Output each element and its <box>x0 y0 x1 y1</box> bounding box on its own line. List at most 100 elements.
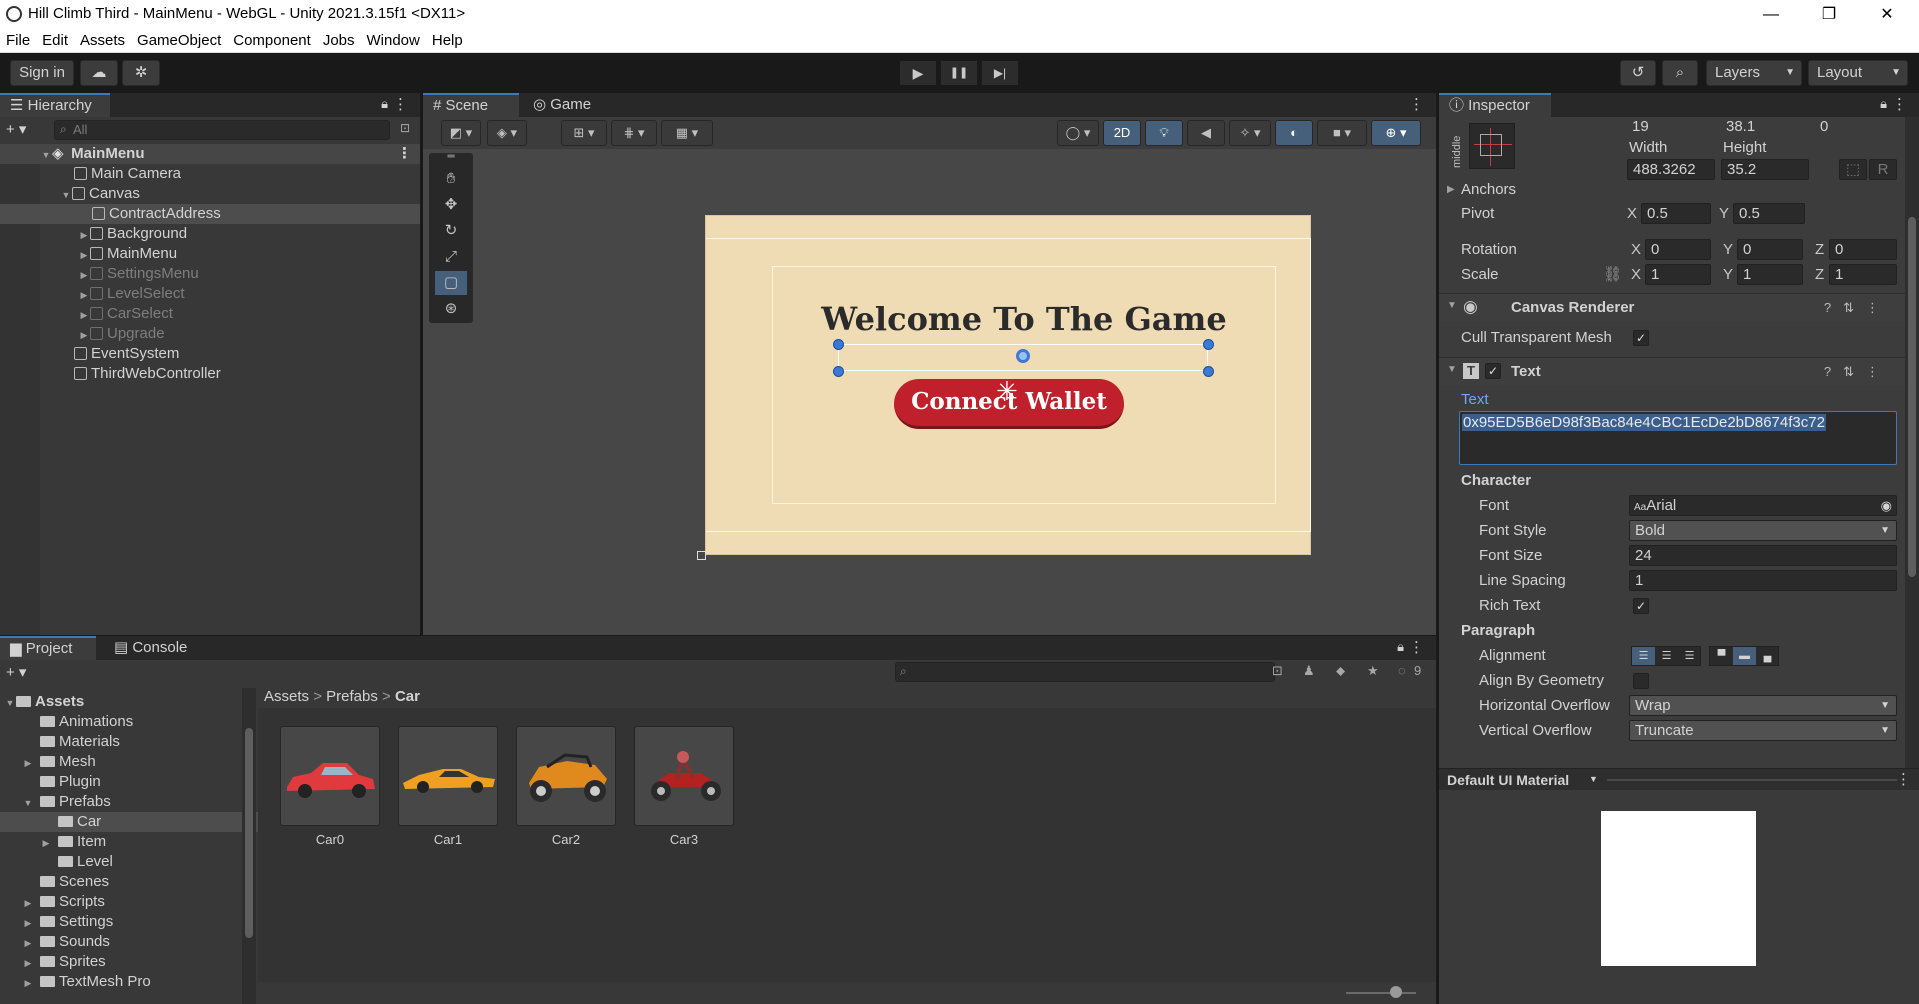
render-mode-button[interactable]: ◈ ▾ <box>487 120 527 146</box>
expand-icon[interactable]: ▶ <box>22 893 34 913</box>
camera-button[interactable]: ■ ▾ <box>1317 120 1367 146</box>
tab-inspector[interactable]: ⓘ Inspector <box>1439 93 1551 117</box>
expand-icon[interactable]: ▼ <box>22 793 34 813</box>
favorite-icon[interactable]: ★ <box>1367 663 1379 679</box>
zoom-slider-track[interactable] <box>1346 992 1416 994</box>
label-filter-icon[interactable]: ⬥ <box>1336 663 1345 679</box>
expand-icon[interactable]: ▼ <box>40 145 52 165</box>
scale-x-field[interactable]: 1 <box>1645 264 1711 285</box>
rect-tool-icon[interactable]: ▢ <box>435 271 467 295</box>
lock-icon[interactable]: 🔒︎ <box>1397 639 1404 655</box>
grid-snap-button[interactable]: ⋕ ▾ <box>611 120 657 146</box>
scale-y-field[interactable]: 1 <box>1737 264 1803 285</box>
list-item[interactable]: ▶ Item <box>0 832 258 852</box>
scale-z-field[interactable]: 1 <box>1829 264 1897 285</box>
object-picker-icon[interactable]: ◉ <box>1881 496 1892 515</box>
list-item[interactable]: ▶ Sprites <box>0 952 258 972</box>
pause-button[interactable]: ❚❚ <box>940 60 978 86</box>
list-item[interactable]: Plugin <box>0 772 258 792</box>
search-icon[interactable]: ⌕ <box>1662 60 1698 86</box>
menu-component[interactable]: Component <box>227 29 317 49</box>
list-item[interactable]: ▶ Sounds <box>0 932 258 952</box>
align-center-icon[interactable]: ☰ <box>1655 647 1678 665</box>
resize-handle[interactable] <box>1203 339 1214 350</box>
list-item[interactable]: ▶ Settings <box>0 912 258 932</box>
list-item[interactable]: ▶ MainMenu <box>0 244 420 264</box>
list-item[interactable]: Scenes <box>0 872 258 892</box>
font-field[interactable]: AaArial ◉ <box>1629 495 1897 516</box>
resize-handle[interactable] <box>1203 366 1214 377</box>
rotation-z-field[interactable]: 0 <box>1829 239 1897 260</box>
zoom-slider-thumb[interactable] <box>1390 986 1402 998</box>
rotation-y-field[interactable]: 0 <box>1737 239 1803 260</box>
rotate-tool-icon[interactable]: ↻ <box>435 219 467 243</box>
scrollbar-thumb[interactable] <box>245 728 253 938</box>
list-item[interactable]: ▶ Scripts <box>0 892 258 912</box>
material-header[interactable]: Default UI Material ▼ ⋮ <box>1439 768 1919 790</box>
align-left-icon[interactable]: ☰ <box>1632 647 1655 665</box>
list-item[interactable]: ▶ CarSelect <box>0 304 420 324</box>
filter-icon[interactable]: ⊡ <box>1272 663 1283 679</box>
game-canvas[interactable]: Welcome To The Game Connect Wallet ✳ <box>705 215 1311 555</box>
v-overflow-dropdown[interactable]: Truncate ▼ <box>1629 720 1897 741</box>
mode-2d-button[interactable]: 2D <box>1103 120 1141 146</box>
anchor-preset-button[interactable] <box>1469 123 1515 169</box>
pos-z-field[interactable]: 0 <box>1815 117 1903 138</box>
rich-text-checkbox[interactable]: ✓ <box>1633 598 1649 614</box>
pivot-y-field[interactable]: 0.5 <box>1733 203 1805 224</box>
expand-icon[interactable]: ▶ <box>78 265 90 285</box>
move-tool-icon[interactable]: ✥ <box>435 193 467 217</box>
expand-icon[interactable]: ▶ <box>22 913 34 933</box>
blueprint-mode-button[interactable]: ⬚ <box>1839 159 1867 180</box>
breadcrumb-assets[interactable]: Assets <box>264 688 309 705</box>
pos-y-field[interactable]: 38.1 <box>1721 117 1809 138</box>
font-size-field[interactable]: 24 <box>1629 545 1897 566</box>
list-item-selected[interactable]: Car <box>0 812 258 832</box>
tab-project[interactable]: ▆ Project <box>0 636 96 660</box>
expand-icon[interactable]: ▶ <box>22 973 34 993</box>
line-spacing-field[interactable]: 1 <box>1629 570 1897 591</box>
align-bottom-icon[interactable]: ▄ <box>1756 647 1779 665</box>
cloud-icon[interactable]: ☁ <box>80 60 118 86</box>
hand-tool-icon[interactable]: ✋︎ <box>435 167 467 191</box>
list-item[interactable]: ThirdWebController <box>0 364 420 384</box>
hidden-packages-icon[interactable]: ◌ <box>1398 663 1406 678</box>
scale-tool-icon[interactable]: ⤢ <box>435 245 467 269</box>
cull-transparent-checkbox[interactable]: ✓ <box>1633 330 1649 346</box>
list-item[interactable]: Main Camera <box>0 164 420 184</box>
asset-thumbnail-car2[interactable] <box>516 726 616 826</box>
align-geometry-checkbox[interactable] <box>1633 673 1649 689</box>
close-button[interactable]: ✕ <box>1859 0 1915 29</box>
list-item[interactable]: ▼ Canvas <box>0 184 420 204</box>
create-button[interactable]: + ▾ <box>6 663 26 681</box>
scrollbar-thumb[interactable] <box>1908 217 1916 577</box>
lighting-icon[interactable]: 💡︎ <box>1145 120 1183 146</box>
resize-handle[interactable] <box>833 339 844 350</box>
list-item[interactable]: ▼ Prefabs <box>0 792 258 812</box>
expand-icon[interactable]: ▶ <box>22 933 34 953</box>
help-icon[interactable]: ? <box>1824 300 1843 315</box>
menu-window[interactable]: Window <box>361 29 426 49</box>
expand-icon[interactable]: ▶ <box>22 953 34 973</box>
list-item[interactable]: ▶ Upgrade <box>0 324 420 344</box>
gizmos-button[interactable]: ⊕ ▾ <box>1371 120 1421 146</box>
chevron-down-icon[interactable]: ▼ <box>1589 774 1598 784</box>
effects-button[interactable]: ✧ ▾ <box>1229 120 1271 146</box>
minimize-button[interactable]: — <box>1743 0 1799 29</box>
more-icon[interactable]: ⋮ <box>1892 95 1907 113</box>
layout-dropdown[interactable]: Layout ▼ <box>1808 60 1908 86</box>
more-icon[interactable]: ⋮ <box>1409 95 1424 113</box>
asset-thumbnail-car0[interactable] <box>280 726 380 826</box>
h-overflow-dropdown[interactable]: Wrap ▼ <box>1629 695 1897 716</box>
help-icon[interactable]: ? <box>1824 364 1843 379</box>
tab-console[interactable]: ▤ Console <box>104 636 204 660</box>
inspector-scrollbar[interactable] <box>1905 117 1919 768</box>
snap-button[interactable]: ⊞ ▾ <box>561 120 607 146</box>
more-icon[interactable]: ⋮ <box>397 144 412 164</box>
preset-icon[interactable]: ⇅ <box>1843 300 1866 315</box>
expand-icon[interactable]: ▼ <box>4 693 16 713</box>
scene-viewport[interactable]: ═ ✋︎ ✥ ↻ ⤢ ▢ ⊛ Welcome To The Game Conne… <box>423 149 1436 635</box>
more-icon[interactable]: ⋮ <box>1866 364 1891 379</box>
expand-icon[interactable]: ▼ <box>1447 300 1457 311</box>
tab-scene[interactable]: # Scene <box>423 93 519 117</box>
